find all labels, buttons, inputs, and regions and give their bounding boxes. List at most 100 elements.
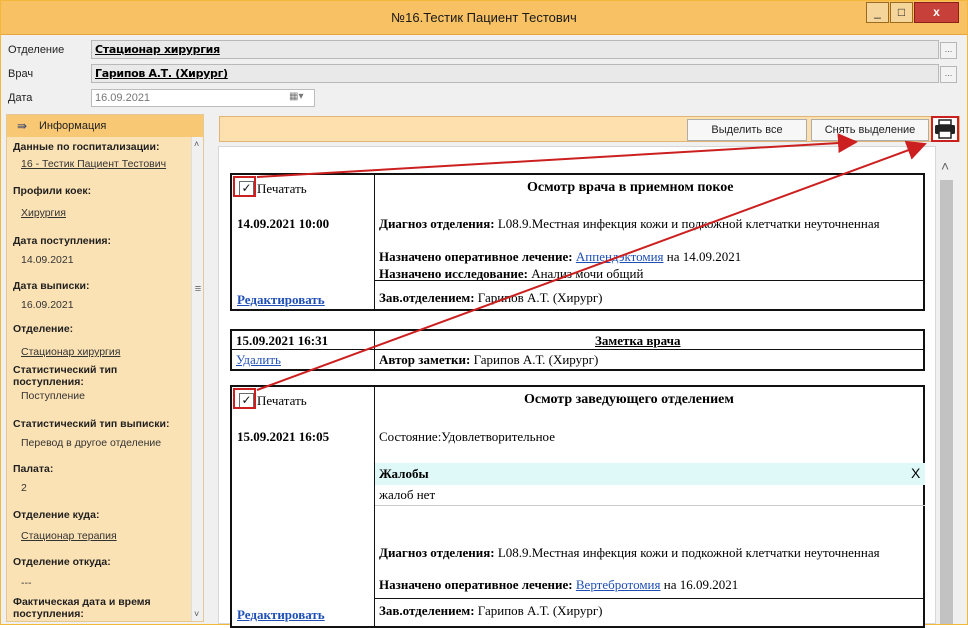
head-value-3: Гарипов А.Т. (Хирург): [477, 603, 603, 618]
head-value-1: Гарипов А.Т. (Хирург): [477, 290, 603, 305]
records-scroll-up-icon[interactable]: ˄: [941, 158, 949, 174]
info-label-ward: Палата:: [13, 463, 54, 475]
diagnosis-value-1: L08.9.Местная инфекция кожи и подкожной …: [497, 216, 880, 231]
info-value-stat-admission: Поступление: [21, 390, 85, 402]
select-all-button[interactable]: Выделить все: [687, 119, 807, 141]
doctor-field[interactable]: Гарипов А.Т. (Хирург): [91, 64, 939, 83]
title-bar: №16.Тестик Пациент Тестович _ □ x: [1, 1, 967, 35]
info-label-actual-admission: Фактическая дата и время поступления:: [13, 596, 151, 620]
record-head-1: Зав.отделением: Гарипов А.Т. (Хирург): [379, 290, 603, 306]
doctor-row: Врач Гарипов А.Т. (Хирург) ...: [1, 61, 967, 83]
complaints-close-icon[interactable]: X: [911, 465, 920, 481]
record-research-1: Назначено исследование: Анализ мочи общи…: [379, 266, 643, 282]
maximize-button[interactable]: □: [890, 2, 913, 23]
info-value-admission-date: 14.09.2021: [21, 254, 74, 266]
sidebar-content: Данные по госпитализации: 16 - Тестик Па…: [7, 137, 190, 621]
info-label-department: Отделение:: [13, 323, 74, 335]
date-row: Дата 16.09.2021 ▦▾: [1, 85, 967, 107]
note-datetime: 15.09.2021 16:31: [236, 333, 329, 348]
info-label-bed-profiles: Профили коек:: [13, 185, 92, 197]
diagnosis-label-1: Диагноз отделения:: [379, 216, 495, 231]
info-value-ward: 2: [21, 482, 27, 494]
records-toolbar: Выделить все Снять выделение: [219, 116, 960, 142]
info-link-hospitalization[interactable]: 16 - Тестик Пациент Тестович: [21, 158, 166, 170]
research-label-1: Назначено исследование:: [379, 266, 528, 281]
operation-date-3: на 16.09.2021: [663, 577, 739, 592]
doctor-value: Гарипов А.Т. (Хирург): [95, 67, 228, 80]
info-label-hospitalization: Данные по госпитализации:: [13, 141, 160, 153]
info-label-dept-from: Отделение откуда:: [13, 556, 111, 568]
record-operation-1: Назначено оперативное лечение: Аппендэкт…: [379, 249, 741, 265]
doctor-ellipsis-button[interactable]: ...: [940, 66, 957, 83]
scroll-grip-icon[interactable]: ≡: [192, 283, 204, 297]
window-title: №16.Тестик Пациент Тестович: [391, 10, 577, 25]
edit-link-1[interactable]: Редактировать: [237, 292, 325, 308]
complaints-value: жалоб нет: [379, 487, 436, 502]
records-scrollbar[interactable]: ˄: [936, 146, 957, 624]
annotation-box-checkbox-3: [233, 388, 256, 409]
operation-link-3[interactable]: Вертебротомия: [576, 577, 661, 592]
edit-link-3[interactable]: Редактировать: [237, 607, 325, 623]
sidebar-scrollbar[interactable]: ˄ ≡ ˅: [191, 137, 203, 621]
record-head-3: Зав.отделением: Гарипов А.Т. (Хирург): [379, 603, 603, 619]
info-label-discharge-date: Дата выписки:: [13, 280, 90, 292]
print-label-1: Печатать: [257, 181, 307, 196]
date-field[interactable]: 16.09.2021 ▦▾: [91, 89, 315, 107]
sidebar-header-label: Информация: [39, 120, 107, 132]
operation-link-1[interactable]: Аппендэктомия: [576, 249, 664, 264]
complaints-header: Жалобы X: [375, 463, 925, 485]
record-diagnosis-1: Диагноз отделения: L08.9.Местная инфекци…: [379, 216, 919, 231]
info-value-dept-from: ---: [21, 577, 32, 589]
info-link-bed-profiles[interactable]: Хирургия: [21, 207, 66, 219]
author-value: Гарипов А.Т. (Хирург): [473, 352, 599, 367]
record-datetime-1: 14.09.2021 10:00: [237, 216, 330, 231]
info-sidebar: ⇛ Информация Данные по госпитализации: 1…: [6, 114, 204, 622]
record-card-reception: ✓ Печатать Осмотр врача в приемном покое…: [230, 173, 925, 311]
info-value-stat-discharge: Перевод в другое отделение: [21, 437, 162, 449]
doctor-label: Врач: [8, 68, 34, 80]
scroll-up-icon[interactable]: ˄: [194, 139, 199, 149]
record-card-head-exam: ✓ Печатать Осмотр заведующего отделением…: [230, 385, 925, 628]
note-title: Заметка врача: [595, 333, 681, 348]
diagnosis-label-3: Диагноз отделения:: [379, 545, 495, 560]
complaints-label: Жалобы: [379, 466, 429, 481]
date-label: Дата: [8, 92, 33, 104]
annotation-box-checkbox-1: [233, 176, 256, 197]
record-title-1: Осмотр врача в приемном покое: [527, 180, 734, 195]
deselect-button[interactable]: Снять выделение: [811, 119, 929, 141]
scroll-down-icon[interactable]: ˅: [194, 609, 199, 619]
calendar-dropdown-icon[interactable]: ▦▾: [289, 91, 311, 105]
info-label-stat-admission: Статистический тип поступления:: [13, 364, 118, 388]
operation-label-3: Назначено оперативное лечение:: [379, 577, 573, 592]
printer-icon[interactable]: [931, 116, 959, 142]
diagnosis-value-3: L08.9.Местная инфекция кожи и подкожной …: [497, 545, 880, 560]
note-author: Автор заметки: Гарипов А.Т. (Хирург): [379, 352, 598, 368]
minimize-button[interactable]: _: [866, 2, 889, 23]
info-label-dept-to: Отделение куда:: [13, 509, 100, 521]
head-label-1: Зав.отделением:: [379, 290, 475, 305]
record-title-3: Осмотр заведующего отделением: [524, 392, 734, 407]
info-link-department[interactable]: Стационар хирургия: [21, 346, 120, 358]
records-scroll-thumb[interactable]: [940, 180, 953, 624]
operation-date-1: на 14.09.2021: [666, 249, 742, 264]
head-label-3: Зав.отделением:: [379, 603, 475, 618]
info-link-dept-to[interactable]: Стационар терапия: [21, 530, 117, 542]
research-value-1: Анализ мочи общий: [531, 266, 644, 281]
department-ellipsis-button[interactable]: ...: [940, 42, 957, 59]
info-icon: ⇛: [17, 119, 28, 133]
patient-window: №16.Тестик Пациент Тестович _ □ x Отделе…: [0, 0, 968, 628]
date-value: 16.09.2021: [95, 92, 151, 104]
info-value-discharge-date: 16.09.2021: [21, 299, 74, 311]
record-card-note: 15.09.2021 16:31 Заметка врача Удалить А…: [230, 329, 925, 371]
close-button[interactable]: x: [914, 2, 959, 23]
print-label-3: Печатать: [257, 393, 307, 408]
department-field[interactable]: Стационар хирургия: [91, 40, 939, 59]
record-diagnosis-3: Диагноз отделения: L08.9.Местная инфекци…: [379, 545, 919, 560]
record-datetime-3: 15.09.2021 16:05: [237, 429, 330, 444]
sidebar-header[interactable]: ⇛ Информация: [7, 115, 203, 137]
department-row: Отделение Стационар хирургия ...: [1, 37, 967, 59]
info-label-admission-date: Дата поступления:: [13, 235, 112, 247]
department-label: Отделение: [8, 44, 65, 56]
record-operation-3: Назначено оперативное лечение: Вертеброт…: [379, 577, 738, 593]
delete-note-link[interactable]: Удалить: [236, 352, 281, 368]
